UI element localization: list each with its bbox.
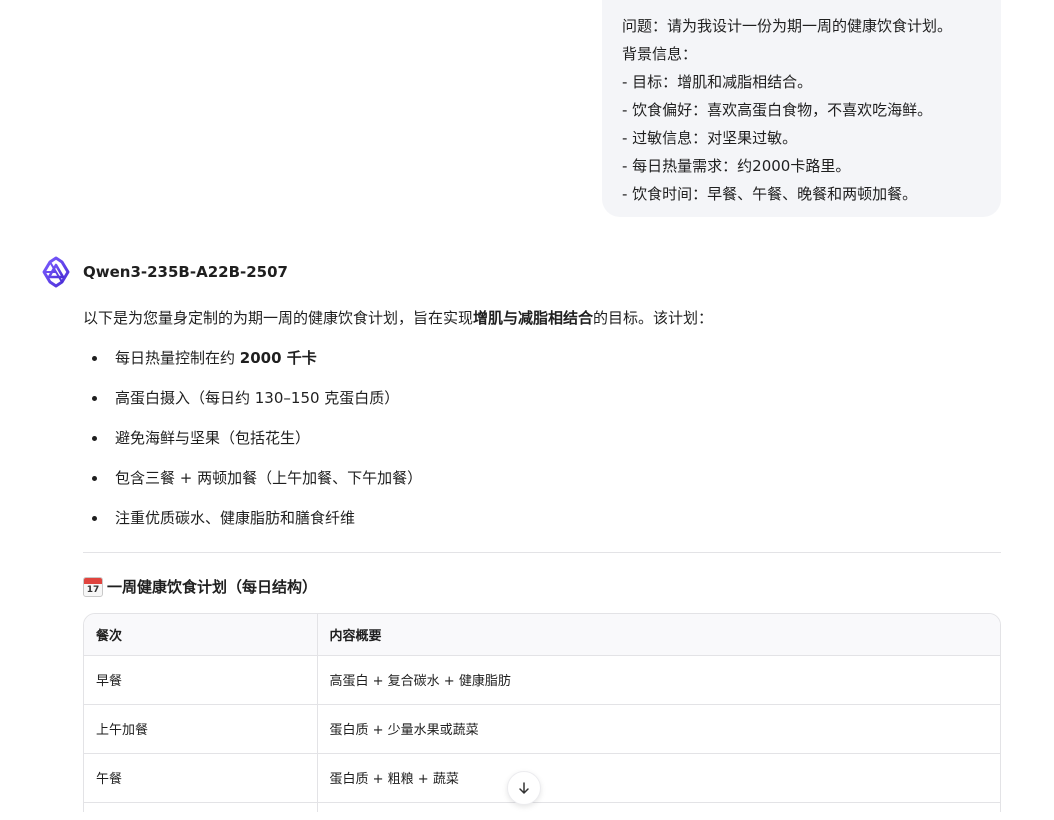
table-cell: 蛋白质 + 粗粮 + 蔬菜 — [317, 753, 1000, 803]
model-name: Qwen3-235B-A22B-2507 — [83, 263, 288, 281]
list-item: 避免海鲜与坚果（包括花生） — [83, 426, 422, 466]
bottom-fade — [0, 812, 1054, 820]
table-header-cell: 内容概要 — [317, 614, 1000, 656]
calendar-icon: 17 — [83, 577, 103, 597]
user-message-line: 背景信息： — [622, 45, 698, 63]
calendar-day: 17 — [86, 585, 100, 595]
table-cell: 高蛋白 + 复合碳水 + 健康脂肪 — [317, 655, 1000, 705]
table-row: 上午加餐 蛋白质 + 少量水果或蔬菜 — [84, 704, 1000, 754]
bullet-list: 每日热量控制在约 2000 千卡 高蛋白摄入（每日约 130–150 克蛋白质）… — [83, 346, 422, 546]
table-row: 午餐 蛋白质 + 粗粮 + 蔬菜 — [84, 753, 1000, 803]
divider — [83, 552, 1001, 553]
meal-table: 餐次 内容概要 早餐 高蛋白 + 复合碳水 + 健康脂肪 上午加餐 蛋白质 + … — [83, 613, 1001, 820]
table-header-cell: 餐次 — [84, 614, 318, 656]
table-cell: 上午加餐 — [84, 704, 318, 754]
list-item: 每日热量控制在约 2000 千卡 — [83, 346, 422, 386]
arrow-down-icon — [519, 782, 529, 794]
list-item-text: 包含三餐 + 两顿加餐（上午加餐、下午加餐） — [115, 469, 423, 487]
intro-bold-text: 增肌与减脂相结合 — [473, 309, 594, 327]
list-item: 注重优质碳水、健康脂肪和膳食纤维 — [83, 506, 422, 546]
user-message-line: 问题：请为我设计一份为期一周的健康饮食计划。 — [622, 17, 953, 35]
qwen-logo-icon — [40, 256, 72, 288]
list-item-bold: 2000 千卡 — [239, 349, 317, 367]
user-message-line: - 每日热量需求：约2000卡路里。 — [622, 157, 851, 175]
user-message-line: - 饮食时间：早餐、午餐、晚餐和两顿加餐。 — [622, 185, 918, 203]
user-message-line: - 过敏信息：对坚果过敏。 — [622, 129, 798, 147]
table-cell: 早餐 — [84, 655, 318, 705]
scroll-to-bottom-button[interactable] — [507, 771, 541, 805]
user-message-bubble: 问题：请为我设计一份为期一周的健康饮食计划。 背景信息： - 目标：增肌和减脂相… — [602, 0, 1001, 217]
user-message-line: - 饮食偏好：喜欢高蛋白食物，不喜欢吃海鲜。 — [622, 101, 933, 119]
section-heading: 17 一周健康饮食计划（每日结构） — [83, 576, 317, 598]
table-header-row: 餐次 内容概要 — [84, 614, 1000, 656]
section-title: 一周健康饮食计划（每日结构） — [107, 578, 318, 596]
chat-page: 问题：请为我设计一份为期一周的健康饮食计划。 背景信息： - 目标：增肌和减脂相… — [0, 0, 1054, 820]
list-item-text: 高蛋白摄入（每日约 130–150 克蛋白质） — [115, 389, 400, 407]
list-item-text: 避免海鲜与坚果（包括花生） — [115, 429, 311, 447]
list-item: 高蛋白摄入（每日约 130–150 克蛋白质） — [83, 386, 422, 426]
table-cell: 蛋白质 + 少量水果或蔬菜 — [317, 704, 1000, 754]
intro-paragraph: 以下是为您量身定制的为期一周的健康饮食计划，旨在实现增肌与减脂相结合的目标。该计… — [83, 306, 713, 330]
list-item: 包含三餐 + 两顿加餐（上午加餐、下午加餐） — [83, 466, 422, 506]
table-row: 早餐 高蛋白 + 复合碳水 + 健康脂肪 — [84, 655, 1000, 705]
user-message-line: - 目标：增肌和减脂相结合。 — [622, 73, 813, 91]
list-item-text: 每日热量控制在约 — [115, 349, 240, 367]
intro-text-end: 的目标。该计划： — [593, 309, 714, 327]
list-item-text: 注重优质碳水、健康脂肪和膳食纤维 — [115, 509, 356, 527]
intro-text: 以下是为您量身定制的为期一周的健康饮食计划，旨在实现 — [83, 309, 474, 327]
table-cell: 午餐 — [84, 753, 318, 803]
